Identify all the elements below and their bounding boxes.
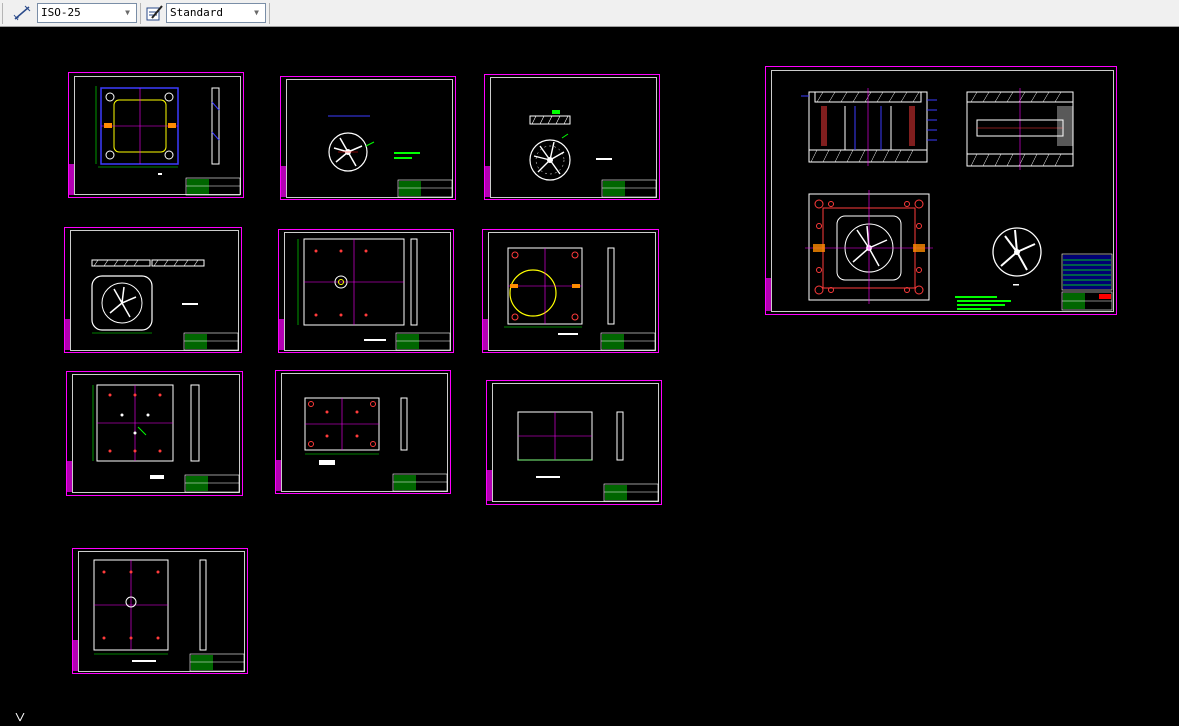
drawing-sheet[interactable] — [68, 72, 244, 198]
dimension-style-select[interactable]: ISO-25 ▼ — [37, 3, 137, 23]
drawing-sheet[interactable] — [64, 227, 242, 353]
styles-toolbar: ISO-25 ▼ Standard ▼ — [0, 0, 1179, 27]
toolbar-separator — [140, 3, 141, 24]
drawing-sheet[interactable] — [278, 229, 454, 353]
dimension-style-value: ISO-25 — [41, 6, 81, 19]
text-style-value: Standard — [170, 6, 223, 19]
ucs-icon — [12, 707, 28, 722]
drawing-sheet[interactable] — [486, 380, 662, 505]
text-style-icon[interactable] — [144, 3, 164, 23]
drawing-sheet[interactable] — [280, 76, 456, 200]
assembly-drawing-sheet[interactable] — [765, 66, 1117, 315]
drawing-sheet[interactable] — [482, 229, 659, 353]
toolbar-separator — [2, 3, 3, 24]
dimension-style-icon[interactable] — [12, 3, 32, 23]
text-style-select[interactable]: Standard ▼ — [166, 3, 266, 23]
drawing-sheet[interactable] — [484, 74, 660, 200]
drawing-sheet[interactable] — [66, 371, 243, 496]
drawing-sheet[interactable] — [275, 370, 451, 494]
chevron-down-icon: ▼ — [254, 8, 259, 17]
drawing-sheet[interactable] — [72, 548, 248, 674]
drawing-canvas[interactable] — [0, 28, 1179, 722]
toolbar-separator — [269, 3, 270, 24]
chevron-down-icon: ▼ — [125, 8, 130, 17]
